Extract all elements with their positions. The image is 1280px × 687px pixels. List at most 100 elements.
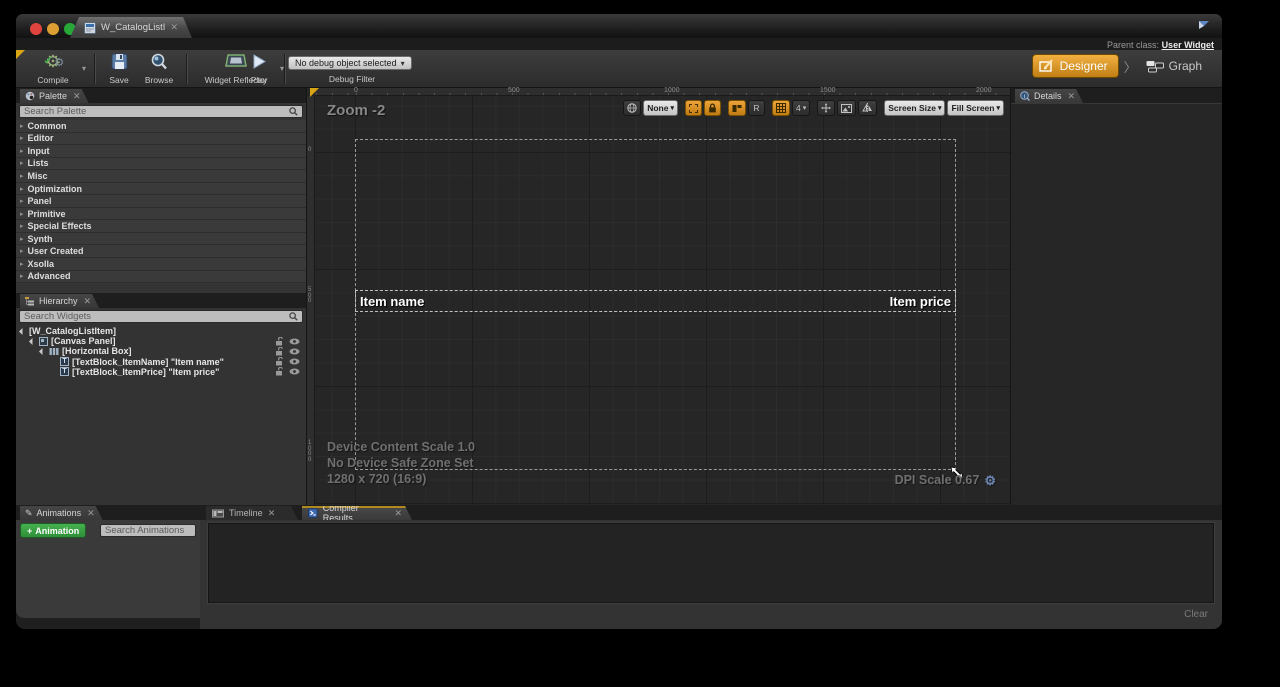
visibility-eye-icon[interactable] (289, 338, 300, 345)
palette-tab[interactable]: Palette ✕ (20, 89, 89, 103)
show-outlines-toggle[interactable] (685, 100, 702, 116)
anchor-dropdown[interactable]: None▾ (643, 100, 678, 116)
expander-icon[interactable]: ▸ (20, 272, 24, 280)
palette-category-user-created[interactable]: ▸User Created (16, 245, 306, 258)
dpi-settings-gear-icon[interactable]: ⚙ (984, 474, 996, 487)
localization-preview-button[interactable] (623, 100, 641, 116)
grid-snapping-toggle[interactable] (772, 100, 790, 116)
transform-arrows-icon (821, 103, 831, 113)
expander-icon[interactable]: ▸ (20, 159, 24, 167)
hierarchy-tab[interactable]: Hierarchy ✕ (20, 294, 99, 308)
tree-row-canvas-panel[interactable]: [Canvas Panel] (16, 336, 306, 346)
document-tab[interactable]: W_CatalogListItem ✕ (70, 17, 192, 38)
add-animation-button[interactable]: + Animation (20, 523, 86, 538)
close-tab-icon[interactable]: ✕ (1068, 92, 1076, 101)
expander-icon[interactable]: ▸ (20, 197, 24, 205)
hierarchy-search[interactable] (19, 310, 303, 323)
close-tab-icon[interactable]: ✕ (84, 297, 92, 306)
grid-size-dropdown[interactable]: 4▾ (792, 100, 810, 116)
tree-row-root[interactable]: [W_CatalogListItem] (16, 326, 306, 336)
animations-search[interactable] (100, 524, 196, 537)
compile-button[interactable]: ⚙⚙✓ Compile (24, 52, 82, 86)
play-button[interactable]: Play (240, 52, 278, 86)
palette-category-lists[interactable]: ▸Lists (16, 158, 306, 171)
timeline-tab[interactable]: Timeline ✕ (206, 506, 298, 520)
item-price-text[interactable]: Item price (890, 294, 951, 309)
palette-category-synth[interactable]: ▸Synth (16, 233, 306, 246)
screen-size-dropdown[interactable]: Screen Size▾ (884, 100, 945, 116)
lock-open-icon[interactable] (275, 357, 283, 366)
globe-icon (627, 103, 637, 113)
close-tab-icon[interactable]: ✕ (87, 509, 95, 518)
expander-icon[interactable]: ▸ (20, 172, 24, 180)
tree-row-textblock-itemprice[interactable]: T [TextBlock_ItemPrice] "Item price" (16, 367, 306, 377)
parent-class-label: Parent class: (1107, 40, 1159, 50)
respect-locks-toggle[interactable] (728, 100, 746, 116)
animations-tab[interactable]: ✎ Animations ✕ (20, 506, 103, 520)
expander-icon[interactable]: ▸ (20, 210, 24, 218)
debug-object-dropdown[interactable]: No debug object selected▾ (288, 56, 412, 70)
lock-open-icon[interactable] (275, 347, 283, 356)
expander-icon[interactable]: ▸ (20, 147, 24, 155)
palette-category-primitive[interactable]: ▸Primitive (16, 208, 306, 221)
details-tab[interactable]: i Details ✕ (1015, 89, 1083, 103)
horizontal-box-preview[interactable]: Item name Item price (355, 290, 956, 312)
expander-icon[interactable]: ▸ (20, 122, 24, 130)
expander-open-icon[interactable] (39, 348, 46, 355)
browse-button[interactable]: Browse (138, 52, 180, 86)
compile-options-caret[interactable]: ▾ (82, 64, 86, 73)
expander-open-icon[interactable] (19, 328, 26, 335)
designer-mode-button[interactable]: Designer (1032, 54, 1119, 78)
palette-category-input[interactable]: ▸Input (16, 145, 306, 158)
palette-search-input[interactable] (24, 106, 289, 117)
tree-row-horizontal-box[interactable]: [Horizontal Box] (16, 346, 306, 356)
palette-category-special-effects[interactable]: ▸Special Effects (16, 220, 306, 233)
compiler-log-area[interactable] (208, 523, 1214, 603)
clear-log-button[interactable]: Clear (1184, 609, 1208, 620)
expander-icon[interactable]: ▸ (20, 235, 24, 243)
r-button[interactable]: R (748, 100, 765, 116)
palette-category-advanced[interactable]: ▸Advanced (16, 271, 306, 284)
expander-icon[interactable]: ▸ (20, 260, 24, 268)
palette-category-misc[interactable]: ▸Misc (16, 170, 306, 183)
palette-category-panel[interactable]: ▸Panel (16, 195, 306, 208)
graph-mode-button[interactable]: Graph (1142, 59, 1206, 73)
close-tab-icon[interactable]: ✕ (268, 509, 276, 518)
tree-row-textblock-itemname[interactable]: T [TextBlock_ItemName] "Item name" (16, 357, 306, 367)
transform-mode-button[interactable] (817, 100, 835, 116)
play-options-caret[interactable]: ▾ (280, 64, 284, 73)
lock-open-icon[interactable] (275, 367, 283, 376)
parent-class-value: User Widget (1162, 40, 1214, 50)
close-tab-icon[interactable]: ✕ (73, 92, 81, 101)
preview-background-button[interactable] (837, 100, 856, 116)
title-bar: W_CatalogListItem ✕ Parent class: User W… (16, 14, 1222, 38)
minimize-window-button[interactable] (47, 23, 59, 35)
palette-search[interactable] (19, 105, 303, 118)
flip-preview-button[interactable] (858, 100, 877, 116)
visibility-eye-icon[interactable] (289, 368, 300, 375)
lock-open-icon[interactable] (275, 337, 283, 346)
visibility-eye-icon[interactable] (289, 358, 300, 365)
expander-icon[interactable]: ▸ (20, 185, 24, 193)
expander-icon[interactable]: ▸ (20, 134, 24, 142)
palette-category-xsolla[interactable]: ▸Xsolla (16, 258, 306, 271)
design-canvas[interactable]: Zoom -2 None▾ R (315, 96, 1010, 505)
palette-category-editor[interactable]: ▸Editor (16, 133, 306, 146)
close-tab-icon[interactable]: ✕ (394, 509, 402, 518)
compiler-results-tab[interactable]: Compiler Results ✕ (302, 506, 412, 520)
expander-icon[interactable]: ▸ (20, 222, 24, 230)
expander-open-icon[interactable] (29, 338, 36, 345)
save-button[interactable]: Save (102, 52, 136, 86)
close-tab-icon[interactable]: ✕ (170, 23, 178, 32)
visibility-eye-icon[interactable] (289, 348, 300, 355)
palette-category-optimization[interactable]: ▸Optimization (16, 183, 306, 196)
item-name-text[interactable]: Item name (360, 294, 424, 309)
hierarchy-search-input[interactable] (24, 311, 289, 322)
palette-category-common[interactable]: ▸Common (16, 120, 306, 133)
fill-screen-dropdown[interactable]: Fill Screen▾ (947, 100, 1004, 116)
lock-widgets-toggle[interactable] (704, 100, 721, 116)
close-window-button[interactable] (30, 23, 42, 35)
animations-panel: ✎ Animations ✕ + Animation (16, 505, 200, 629)
expander-icon[interactable]: ▸ (20, 247, 24, 255)
textblock-icon: T (60, 367, 69, 376)
